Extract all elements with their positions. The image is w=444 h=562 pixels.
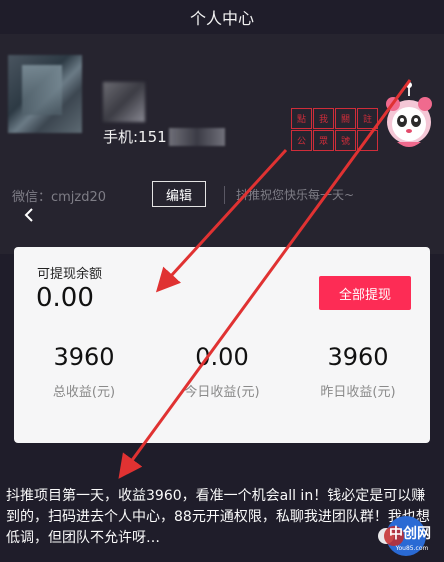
page-title: 个人中心 bbox=[189, 9, 254, 28]
username-blurred bbox=[103, 82, 145, 122]
svg-text:中创网: 中创网 bbox=[389, 525, 431, 542]
stat-label: 今日收益(元) bbox=[184, 385, 260, 400]
phone-label: 手机:151 bbox=[103, 128, 167, 146]
stat-value: 3960 bbox=[327, 343, 389, 371]
stamp-char bbox=[357, 130, 378, 151]
withdrawable-label: 可提现余额 bbox=[37, 267, 103, 282]
phone-number: 手机:151 bbox=[103, 126, 225, 147]
panda-mascot-icon bbox=[386, 82, 432, 147]
back-button[interactable] bbox=[14, 203, 44, 227]
stamp-char: 註 bbox=[357, 108, 378, 129]
phone-blurred bbox=[168, 127, 225, 146]
divider bbox=[224, 186, 225, 204]
qr-stamp: 點 我 關 註 公 眾 號 bbox=[291, 108, 381, 152]
withdraw-all-button[interactable]: 全部提现 bbox=[319, 276, 411, 310]
stamp-char: 我 bbox=[313, 108, 334, 129]
stamp-char: 號 bbox=[335, 130, 356, 151]
stamp-char: 點 bbox=[291, 108, 312, 129]
chevron-left-icon bbox=[24, 208, 33, 222]
stamp-char: 公 bbox=[291, 130, 312, 151]
svg-text:You85.com: You85.com bbox=[395, 545, 429, 552]
stat-today-earnings: 0.00 今日收益(元) bbox=[162, 343, 282, 400]
avatar[interactable] bbox=[8, 55, 82, 133]
stat-yesterday-earnings: 3960 昨日收益(元) bbox=[298, 343, 418, 400]
edit-profile-button[interactable]: 编辑 bbox=[152, 181, 206, 207]
page-header: 个人中心 bbox=[0, 0, 444, 34]
withdrawable-amount: 0.00 bbox=[36, 283, 94, 313]
stat-value: 3960 bbox=[53, 343, 115, 371]
stat-label: 昨日收益(元) bbox=[320, 385, 396, 400]
motto-text: 抖推祝您快乐每一天~ bbox=[236, 188, 355, 202]
stat-label: 总收益(元) bbox=[52, 385, 116, 400]
balance-card: 可提现余额 0.00 全部提现 3960 总收益(元) 0.00 今日收益(元)… bbox=[14, 247, 430, 443]
stat-value: 0.00 bbox=[195, 343, 249, 371]
zhongchuang-watermark-logo: 中创网 You85.com bbox=[378, 516, 431, 556]
stamp-char: 眾 bbox=[313, 130, 334, 151]
stamp-char: 關 bbox=[335, 108, 356, 129]
stat-total-earnings: 3960 总收益(元) bbox=[24, 343, 144, 400]
